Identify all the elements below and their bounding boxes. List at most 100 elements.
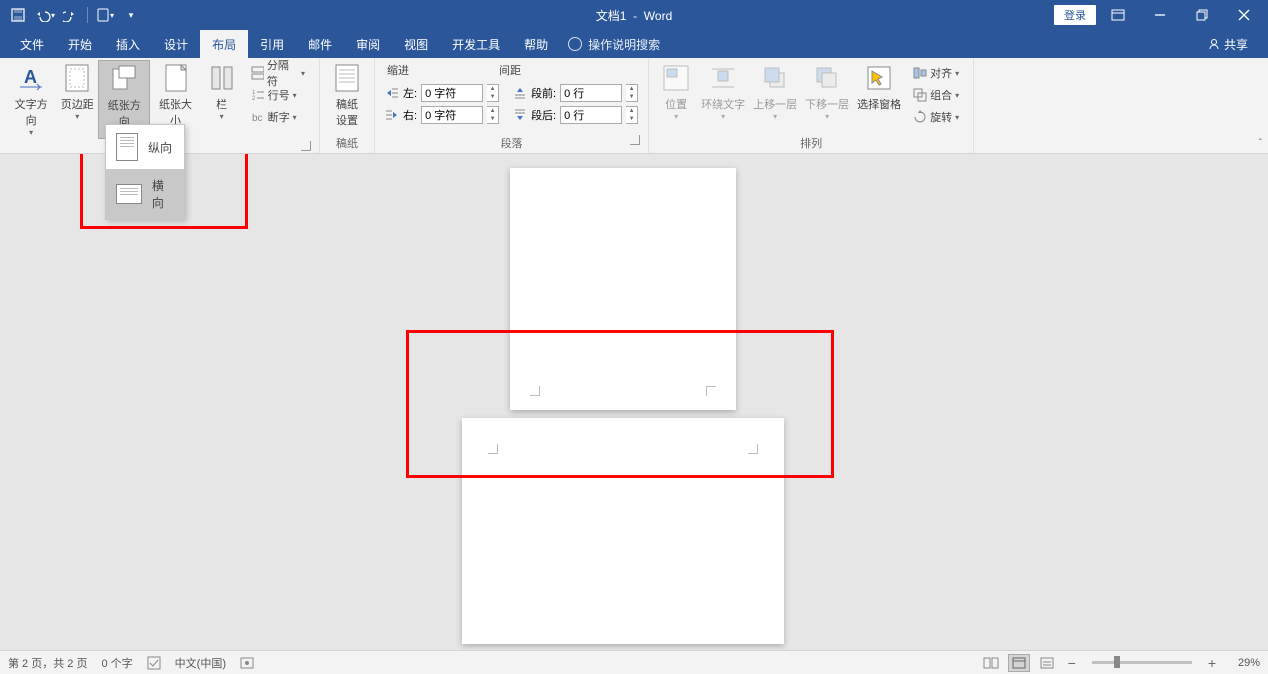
minimize-icon[interactable] — [1140, 0, 1180, 30]
manuscript-settings-button[interactable]: 稿纸 设置 — [326, 60, 368, 128]
selection-pane-button[interactable]: 选择窗格 — [853, 60, 905, 112]
bring-forward-button: 上移一层▾ — [749, 60, 801, 121]
text-direction-icon: A — [15, 62, 47, 94]
spacing-after-spinner[interactable]: 段后:▲▼ — [513, 104, 638, 126]
wrap-text-button: 环绕文字▾ — [697, 60, 749, 121]
indent-left-spinner[interactable]: 左:▲▼ — [385, 82, 499, 104]
tell-me-search[interactable]: 操作说明搜索 — [568, 36, 660, 53]
status-language[interactable]: 中文(中国) — [175, 655, 226, 671]
status-page[interactable]: 第 2 页，共 2 页 — [8, 655, 87, 671]
save-icon[interactable] — [6, 3, 30, 27]
margins-icon — [61, 62, 93, 94]
tab-layout[interactable]: 布局 — [200, 30, 248, 58]
rotate-icon — [913, 110, 927, 124]
indent-right-spinner[interactable]: 右:▲▼ — [385, 104, 499, 126]
hyphenation-button[interactable]: bc断字▾ — [247, 106, 309, 128]
touch-mode-icon[interactable]: ▾ — [93, 3, 117, 27]
status-spellcheck-icon[interactable] — [147, 656, 161, 670]
zoom-slider[interactable] — [1092, 661, 1192, 664]
ribbon: A 文字方向▾ 页边距▾ 纸张方向▾ 纸张大小▾ 栏▾ 分隔符▾ 12行号▾ — [0, 58, 1268, 154]
indent-left-icon — [385, 86, 399, 100]
status-macro-icon[interactable] — [240, 656, 254, 670]
spacing-before-spinner[interactable]: 段前:▲▼ — [513, 82, 638, 104]
page-1[interactable] — [510, 168, 736, 410]
qat-customize-icon[interactable]: ▾ — [119, 3, 143, 27]
tab-references[interactable]: 引用 — [248, 30, 296, 58]
tab-design[interactable]: 设计 — [152, 30, 200, 58]
page-2[interactable] — [462, 418, 784, 644]
quick-access-toolbar: ▾ ▾ ▾ — [0, 3, 143, 27]
size-icon — [160, 62, 192, 94]
svg-text:bc: bc — [252, 113, 263, 124]
group-button: 组合▾ — [909, 84, 963, 106]
tab-review[interactable]: 审阅 — [344, 30, 392, 58]
orientation-icon — [108, 63, 140, 95]
indent-heading: 缩进 — [387, 62, 409, 78]
view-web-layout[interactable] — [1036, 654, 1058, 672]
group-paragraph: 缩进 间距 左:▲▼ 右:▲▼ 段前:▲▼ 段后:▲▼ 段落 — [375, 58, 649, 153]
svg-text:2: 2 — [252, 96, 256, 102]
align-button: 对齐▾ — [909, 62, 963, 84]
orientation-dropdown: 纵向 横向 — [105, 124, 185, 220]
selection-pane-icon — [863, 62, 895, 94]
tab-help[interactable]: 帮助 — [512, 30, 560, 58]
ribbon-tabs: 文件 开始 插入 设计 布局 引用 邮件 审阅 视图 开发工具 帮助 操作说明搜… — [0, 30, 1268, 58]
group-label-manuscript: 稿纸 — [326, 133, 368, 153]
tab-insert[interactable]: 插入 — [104, 30, 152, 58]
svg-text:A: A — [24, 67, 37, 87]
tab-view[interactable]: 视图 — [392, 30, 440, 58]
share-button[interactable]: 共享 — [1208, 36, 1248, 53]
wrap-icon — [707, 62, 739, 94]
login-button[interactable]: 登录 — [1054, 5, 1096, 25]
tab-home[interactable]: 开始 — [56, 30, 104, 58]
restore-icon[interactable] — [1182, 0, 1222, 30]
position-button: 位置▾ — [655, 60, 697, 121]
orientation-portrait-item[interactable]: 纵向 — [106, 125, 184, 169]
margins-button[interactable]: 页边距▾ — [56, 60, 98, 121]
redo-icon[interactable] — [58, 3, 82, 27]
page-setup-dialog-launcher[interactable] — [301, 141, 311, 151]
send-backward-button: 下移一层▾ — [801, 60, 853, 121]
tab-devtools[interactable]: 开发工具 — [440, 30, 512, 58]
line-numbers-button[interactable]: 12行号▾ — [247, 84, 309, 106]
landscape-page-icon — [116, 184, 142, 204]
status-word-count[interactable]: 0 个字 — [101, 655, 132, 671]
group-label-arrange: 排列 — [655, 133, 967, 153]
close-icon[interactable] — [1224, 0, 1264, 30]
spacing-before-icon — [513, 86, 527, 100]
document-area[interactable] — [0, 154, 1268, 650]
group-arrange: 位置▾ 环绕文字▾ 上移一层▾ 下移一层▾ 选择窗格 对齐▾ 组合▾ 旋转▾ 排… — [649, 58, 974, 153]
text-direction-button[interactable]: A 文字方向▾ — [6, 60, 56, 137]
columns-icon — [206, 62, 238, 94]
group-label-paragraph: 段落 — [501, 138, 523, 150]
spacing-heading: 间距 — [499, 62, 521, 78]
paragraph-dialog-launcher[interactable] — [630, 135, 640, 145]
view-read-mode[interactable] — [980, 654, 1002, 672]
forward-icon — [759, 62, 791, 94]
group-manuscript: 稿纸 设置 稿纸 — [320, 58, 375, 153]
columns-button[interactable]: 栏▾ — [201, 60, 243, 121]
title-bar: ▾ ▾ ▾ 文档1 - Word 登录 — [0, 0, 1268, 30]
group-icon — [913, 88, 927, 102]
zoom-in-button[interactable]: + — [1204, 655, 1220, 671]
align-icon — [913, 66, 927, 80]
collapse-ribbon-icon[interactable]: ˆ — [1259, 138, 1262, 149]
undo-icon[interactable]: ▾ — [32, 3, 56, 27]
tab-file[interactable]: 文件 — [8, 30, 56, 58]
view-print-layout[interactable] — [1008, 654, 1030, 672]
tab-mail[interactable]: 邮件 — [296, 30, 344, 58]
lightbulb-icon — [568, 37, 582, 51]
line-numbers-icon: 12 — [251, 88, 265, 102]
status-bar: 第 2 页，共 2 页 0 个字 中文(中国) − + 29% — [0, 650, 1268, 674]
indent-right-icon — [385, 108, 399, 122]
portrait-page-icon — [116, 133, 138, 161]
zoom-level[interactable]: 29% — [1226, 657, 1260, 669]
window-title: 文档1 - Word — [596, 7, 672, 24]
spacing-after-icon — [513, 108, 527, 122]
zoom-out-button[interactable]: − — [1064, 655, 1080, 671]
ribbon-display-icon[interactable] — [1098, 0, 1138, 30]
manuscript-icon — [331, 62, 363, 94]
orientation-landscape-item[interactable]: 横向 — [106, 169, 184, 219]
hyphenation-icon: bc — [251, 110, 265, 124]
breaks-button[interactable]: 分隔符▾ — [247, 62, 309, 84]
